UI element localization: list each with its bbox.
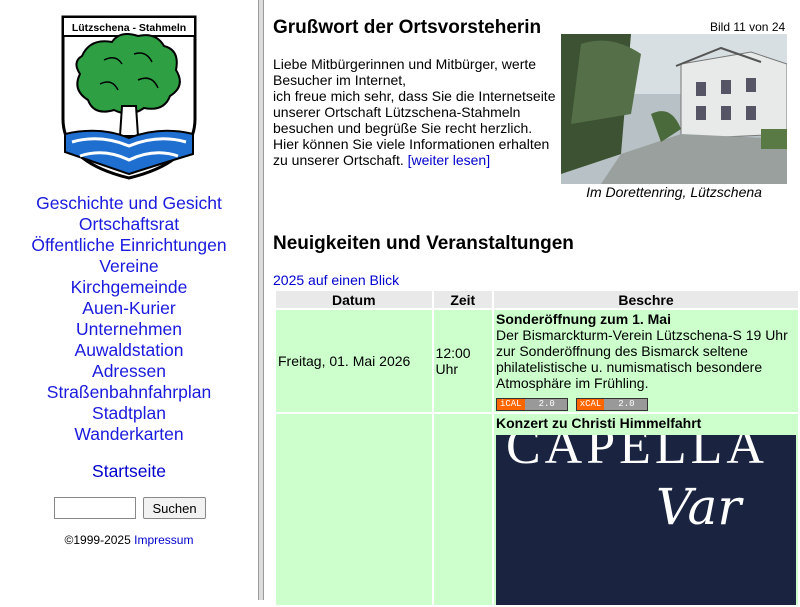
nav-link-geschichte[interactable]: Geschichte und Gesicht <box>0 193 258 214</box>
sidebar: Lützschena - Stahmeln Geschichte und Ges… <box>0 0 258 600</box>
frame-divider[interactable] <box>258 0 264 600</box>
event-description: Konzert zu Christi Himmelfahrt CAPELLA V… <box>493 414 798 605</box>
poster-subtitle: Var <box>655 478 742 536</box>
nav-link-kirchgemeinde[interactable]: Kirchgemeinde <box>0 277 258 298</box>
ical-download-button[interactable]: iCAL 2.0 <box>495 398 568 411</box>
ical-badge-version: 2.0 <box>524 399 567 410</box>
year-overview-link[interactable]: 2025 auf einen Blick <box>273 272 399 288</box>
main-navigation: Geschichte und Gesicht Ortschaftsrat Öff… <box>0 193 258 445</box>
greeting-title: Grußwort der Ortsvorsteherin <box>273 17 542 38</box>
nav-link-startseite[interactable]: Startseite <box>0 461 258 482</box>
crest-banner-text: Lützschena - Stahmeln <box>72 22 186 34</box>
event-date: Freitag, 01. Mai 2026 <box>276 310 432 412</box>
news-title: Neuigkeiten und Veranstaltungen <box>273 233 574 254</box>
column-header-date: Datum <box>276 291 432 308</box>
event-title: Sonderöffnung zum 1. Mai <box>495 311 671 327</box>
nav-link-wanderkarten[interactable]: Wanderkarten <box>0 424 258 445</box>
event-date <box>276 414 432 605</box>
nav-link-unternehmen[interactable]: Unternehmen <box>0 319 258 340</box>
event-description: Sonderöffnung zum 1. Mai Der Bismarcktur… <box>493 310 798 412</box>
nav-link-fahrplan[interactable]: Straßenbahnfahrplan <box>0 382 258 403</box>
event-time <box>433 414 492 605</box>
image-counter: Bild 11 von 24 <box>710 20 786 34</box>
read-more-link[interactable]: [weiter lesen] <box>408 152 490 168</box>
nav-link-adressen[interactable]: Adressen <box>0 361 258 382</box>
nav-link-auen-kurier[interactable]: Auen-Kurier <box>0 298 258 319</box>
table-row: Konzert zu Christi Himmelfahrt CAPELLA V… <box>276 414 798 605</box>
calendar-badges: iCAL 2.0 xCAL 2.0 <box>495 393 796 411</box>
search-form: Suchen <box>54 497 206 519</box>
nav-link-vereine[interactable]: Vereine <box>0 256 258 277</box>
concert-poster[interactable]: CAPELLA Var <box>495 435 796 605</box>
coat-of-arms-icon: Lützschena - Stahmeln <box>61 15 197 180</box>
nav-link-ortschaftsrat[interactable]: Ortschaftsrat <box>0 214 258 235</box>
events-table: Datum Zeit Beschre Freitag, 01. Mai 2026… <box>274 289 800 607</box>
search-button[interactable]: Suchen <box>143 497 206 519</box>
main-content: Grußwort der Ortsvorsteherin Liebe Mitbü… <box>273 0 800 605</box>
nav-link-stadtplan[interactable]: Stadtplan <box>0 403 258 424</box>
xcal-badge-label: xCAL <box>576 399 605 410</box>
nav-link-einrichtungen[interactable]: Öffentliche Einrichtungen <box>0 235 258 256</box>
gallery-photo[interactable] <box>561 34 787 184</box>
ical-badge-label: iCAL <box>496 399 525 410</box>
column-header-time: Zeit <box>433 291 492 308</box>
poster-title: CAPELLA <box>505 435 768 475</box>
copyright: ©1999-2025 Impressum <box>0 533 258 547</box>
xcal-download-button[interactable]: xCAL 2.0 <box>575 398 648 411</box>
table-row: Freitag, 01. Mai 2026 12:00 Uhr Sonderöf… <box>276 310 798 412</box>
xcal-badge-version: 2.0 <box>604 399 647 410</box>
impressum-link[interactable]: Impressum <box>134 533 193 547</box>
event-time: 12:00 Uhr <box>433 310 492 412</box>
copyright-text: ©1999-2025 <box>64 533 131 547</box>
column-header-description: Beschre <box>493 291 798 308</box>
photo-caption[interactable]: Im Dorettenring, Lützschena <box>561 184 787 200</box>
table-header-row: Datum Zeit Beschre <box>276 291 798 308</box>
greeting-text: Liebe Mitbürgerinnen und Mitbürger, wert… <box>273 56 558 168</box>
nav-link-auwaldstation[interactable]: Auwaldstation <box>0 340 258 361</box>
event-text: Der Bismarckturm-Verein Lützschena-S 19 … <box>495 327 788 391</box>
event-title: Konzert zu Christi Himmelfahrt <box>495 415 702 431</box>
search-input[interactable] <box>54 497 136 519</box>
greeting-salutation: Liebe Mitbürgerinnen und Mitbürger, wert… <box>273 56 537 88</box>
